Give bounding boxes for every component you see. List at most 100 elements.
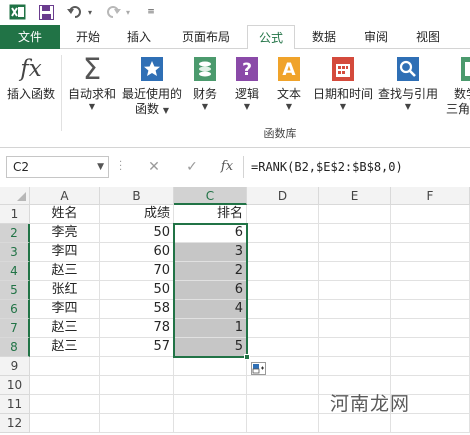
- column-header-f[interactable]: F: [391, 187, 470, 205]
- row-header[interactable]: 2: [0, 224, 30, 243]
- cell-d7[interactable]: [247, 319, 319, 338]
- cell-empty[interactable]: [30, 357, 100, 376]
- select-all-corner[interactable]: [0, 187, 30, 205]
- cell-f4[interactable]: [391, 262, 470, 281]
- row-header[interactable]: 10: [0, 376, 30, 395]
- row-header[interactable]: 8: [0, 338, 30, 357]
- cell-f7[interactable]: [391, 319, 470, 338]
- cell-empty[interactable]: [174, 357, 247, 376]
- insert-function-button[interactable]: fx 插入函数: [4, 54, 58, 102]
- cell-a1[interactable]: 姓名: [30, 205, 100, 224]
- cell-a5[interactable]: 张红: [30, 281, 100, 300]
- column-header-c[interactable]: C: [174, 187, 247, 205]
- cell-d2[interactable]: [247, 224, 319, 243]
- formula-bar-grip-icon[interactable]: · · ·: [119, 158, 123, 176]
- cell-empty[interactable]: [319, 414, 391, 433]
- cell-c8[interactable]: 5: [174, 338, 247, 357]
- column-header-a[interactable]: A: [30, 187, 100, 205]
- cell-a4[interactable]: 赵三: [30, 262, 100, 281]
- cell-empty[interactable]: [100, 376, 174, 395]
- row-header[interactable]: 12: [0, 414, 30, 433]
- cancel-button[interactable]: ✕: [142, 157, 166, 177]
- text-button[interactable]: A 文本 ▼: [272, 54, 306, 112]
- name-box[interactable]: C2 ▼: [6, 156, 109, 178]
- cell-c7[interactable]: 1: [174, 319, 247, 338]
- customize-qat-icon[interactable]: ≡: [145, 3, 157, 21]
- cell-a3[interactable]: 李四: [30, 243, 100, 262]
- cell-empty[interactable]: [247, 395, 319, 414]
- row-header[interactable]: 5: [0, 281, 30, 300]
- date-time-button[interactable]: 日期和时间 ▼: [311, 54, 375, 112]
- cell-d4[interactable]: [247, 262, 319, 281]
- cell-f6[interactable]: [391, 300, 470, 319]
- cell-empty[interactable]: [30, 414, 100, 433]
- cell-a8[interactable]: 赵三: [30, 338, 100, 357]
- cell-f1[interactable]: [391, 205, 470, 224]
- cell-e1[interactable]: [319, 205, 391, 224]
- tab-data[interactable]: 数据: [302, 25, 346, 49]
- cell-empty[interactable]: [30, 395, 100, 414]
- cell-d6[interactable]: [247, 300, 319, 319]
- autosum-button[interactable]: Σ 自动求和 ▼: [66, 54, 118, 112]
- tab-insert[interactable]: 插入: [117, 25, 161, 49]
- cell-c1[interactable]: 排名: [174, 205, 247, 224]
- cell-b5[interactable]: 50: [100, 281, 174, 300]
- cell-c6[interactable]: 4: [174, 300, 247, 319]
- cell-empty[interactable]: [174, 376, 247, 395]
- cell-f2[interactable]: [391, 224, 470, 243]
- cell-empty[interactable]: [100, 357, 174, 376]
- column-header-d[interactable]: D: [247, 187, 319, 205]
- undo-dropdown-icon[interactable]: ▾: [86, 3, 94, 21]
- lookup-reference-button[interactable]: 查找与引用 ▼: [375, 54, 441, 112]
- cell-b4[interactable]: 70: [100, 262, 174, 281]
- cell-b1[interactable]: 成绩: [100, 205, 174, 224]
- enter-button[interactable]: ✓: [180, 157, 204, 177]
- cell-c4[interactable]: 2: [174, 262, 247, 281]
- column-header-b[interactable]: B: [100, 187, 174, 205]
- cell-e4[interactable]: [319, 262, 391, 281]
- logical-button[interactable]: ? 逻辑 ▼: [230, 54, 264, 112]
- math-trig-button[interactable]: 数学 三角i: [446, 54, 470, 117]
- cell-b8[interactable]: 57: [100, 338, 174, 357]
- tab-formulas[interactable]: 公式: [247, 25, 295, 50]
- cell-e8[interactable]: [319, 338, 391, 357]
- undo-icon[interactable]: [66, 3, 84, 21]
- redo-dropdown-icon[interactable]: ▾: [124, 3, 132, 21]
- row-header[interactable]: 9: [0, 357, 30, 376]
- cell-d5[interactable]: [247, 281, 319, 300]
- redo-icon[interactable]: [104, 3, 122, 21]
- cell-empty[interactable]: [30, 376, 100, 395]
- cell-f3[interactable]: [391, 243, 470, 262]
- cell-e5[interactable]: [319, 281, 391, 300]
- cell-b3[interactable]: 60: [100, 243, 174, 262]
- tab-home[interactable]: 开始: [66, 25, 110, 49]
- cell-a2[interactable]: 李亮: [30, 224, 100, 243]
- cell-empty[interactable]: [247, 376, 319, 395]
- cell-e6[interactable]: [319, 300, 391, 319]
- save-icon[interactable]: [37, 3, 55, 21]
- row-header[interactable]: 11: [0, 395, 30, 414]
- cell-c2[interactable]: 6: [174, 224, 247, 243]
- formula-input[interactable]: =RANK(B2,$E$2:$B$8,0): [251, 156, 403, 178]
- cell-c3[interactable]: 3: [174, 243, 247, 262]
- cell-d8[interactable]: [247, 338, 319, 357]
- cell-f8[interactable]: [391, 338, 470, 357]
- cell-f5[interactable]: [391, 281, 470, 300]
- tab-view[interactable]: 视图: [406, 25, 450, 49]
- cell-empty[interactable]: [100, 414, 174, 433]
- cell-empty[interactable]: [247, 414, 319, 433]
- tab-page-layout[interactable]: 页面布局: [170, 25, 242, 49]
- cell-empty[interactable]: [174, 395, 247, 414]
- cell-empty[interactable]: [174, 414, 247, 433]
- tab-file[interactable]: 文件: [0, 25, 60, 49]
- row-header[interactable]: 1: [0, 205, 30, 224]
- auto-fill-options-icon[interactable]: [251, 362, 266, 375]
- cell-e2[interactable]: [319, 224, 391, 243]
- row-header[interactable]: 6: [0, 300, 30, 319]
- column-header-e[interactable]: E: [319, 187, 391, 205]
- cell-empty[interactable]: [100, 395, 174, 414]
- cell-a7[interactable]: 赵三: [30, 319, 100, 338]
- cell-b7[interactable]: 78: [100, 319, 174, 338]
- cell-e7[interactable]: [319, 319, 391, 338]
- cell-empty[interactable]: [319, 357, 391, 376]
